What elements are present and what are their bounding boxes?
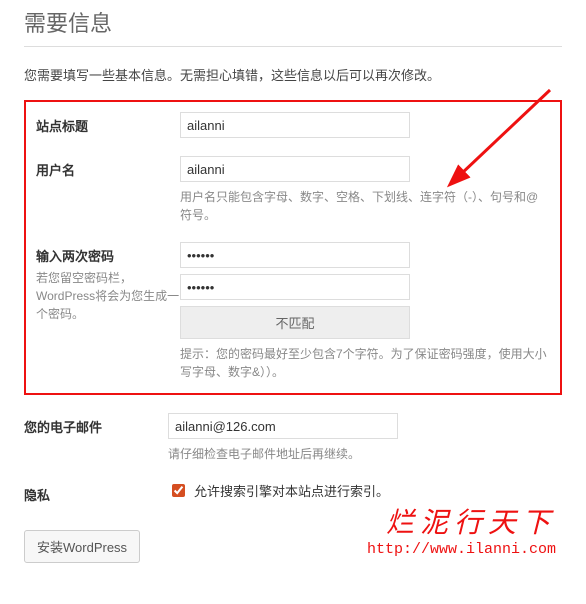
label-privacy: 隐私 xyxy=(24,485,168,504)
label-password: 输入两次密码 xyxy=(36,246,180,265)
label-username: 用户名 xyxy=(36,160,180,179)
intro-text: 您需要填写一些基本信息。无需担心填错，这些信息以后可以再次修改。 xyxy=(24,65,562,84)
username-input[interactable] xyxy=(180,156,410,182)
label-site-title: 站点标题 xyxy=(36,116,180,135)
password-input-2[interactable] xyxy=(180,274,410,300)
label-email: 您的电子邮件 xyxy=(24,417,168,436)
password-mismatch-indicator: 不匹配 xyxy=(180,306,410,339)
email-hint: 请仔细检查电子邮件地址后再继续。 xyxy=(168,445,562,463)
username-hint: 用户名只能包含字母、数字、空格、下划线、连字符（-）、句号和@符号。 xyxy=(180,188,550,224)
row-email: 您的电子邮件 请仔细检查电子邮件地址后再继续。 xyxy=(24,413,562,463)
site-title-input[interactable] xyxy=(180,112,410,138)
install-wordpress-button[interactable]: 安装WordPress xyxy=(24,530,140,563)
privacy-checkbox[interactable] xyxy=(172,484,185,497)
row-privacy: 隐私 允许搜索引擎对本站点进行索引。 xyxy=(24,481,562,504)
password-desc: 若您留空密码栏，WordPress将会为您生成一个密码。 xyxy=(36,269,180,323)
privacy-checkbox-label[interactable]: 允许搜索引擎对本站点进行索引。 xyxy=(168,481,562,500)
row-password: 输入两次密码 若您留空密码栏，WordPress将会为您生成一个密码。 不匹配 … xyxy=(36,242,550,381)
divider xyxy=(24,46,562,47)
row-username: 用户名 用户名只能包含字母、数字、空格、下划线、连字符（-）、句号和@符号。 xyxy=(36,156,550,224)
email-input[interactable] xyxy=(168,413,398,439)
page-title: 需要信息 xyxy=(24,6,562,38)
row-site-title: 站点标题 xyxy=(36,112,550,138)
password-input-1[interactable] xyxy=(180,242,410,268)
password-hint: 提示：您的密码最好至少包含7个字符。为了保证密码强度，使用大小写字母、数字&））… xyxy=(180,345,550,381)
highlight-box: 站点标题 用户名 用户名只能包含字母、数字、空格、下划线、连字符（-）、句号和@… xyxy=(24,100,562,395)
privacy-checkbox-text: 允许搜索引擎对本站点进行索引。 xyxy=(194,481,389,500)
